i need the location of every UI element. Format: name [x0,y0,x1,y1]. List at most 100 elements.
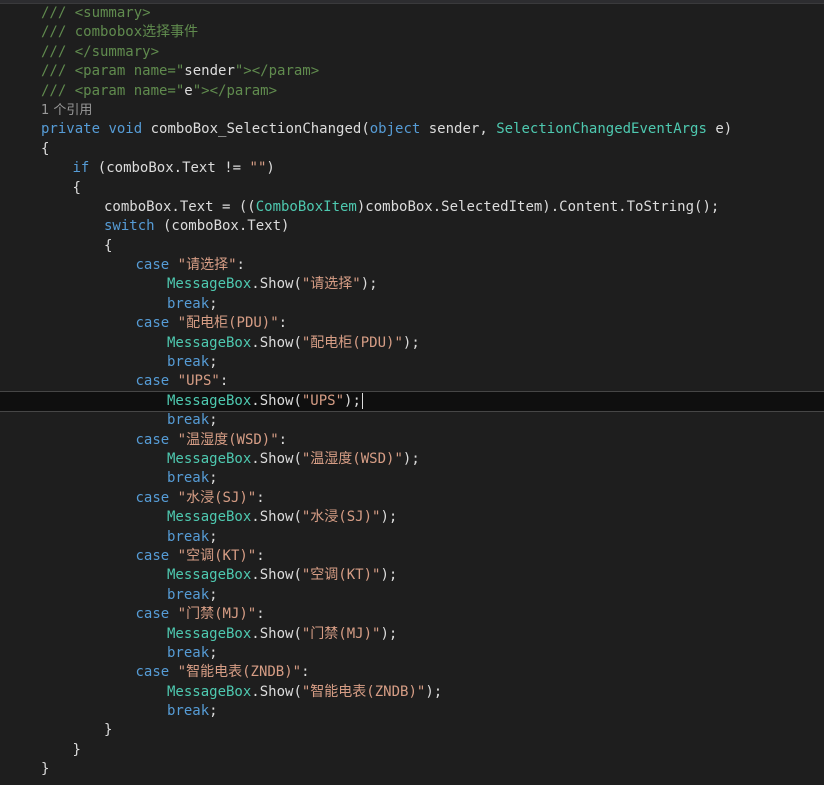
code-token: : [278,431,288,448]
code-line[interactable]: case "配电柜(PDU)": [41,314,824,333]
string-token: "请选择" [301,276,361,293]
keyword-token: void [108,121,143,138]
code-line[interactable]: break; [41,702,824,721]
code-token: : [256,547,265,564]
string-token: "水浸(SJ)" [301,509,381,526]
code-token: ); [380,625,398,642]
code-line[interactable]: { [41,140,824,159]
code-line[interactable]: /// <param name="e"></param> [41,82,824,101]
keyword-token: object [369,121,421,138]
doc-comment-token: /// </summary> [41,43,160,60]
code-token: : [278,315,288,332]
string-token: "空调(KT)" [177,547,257,564]
string-token: "智能电表(ZNDB)" [301,683,426,700]
code-token: ); [380,567,398,584]
code-token: comboBox_SelectionChanged( [142,121,370,138]
code-token: ); [402,450,420,467]
code-token: comboBox.Text = (( [104,198,256,215]
code-line[interactable]: /// </summary> [41,43,824,62]
keyword-token: case [135,489,170,506]
code-token: sender, [420,121,497,138]
code-line[interactable]: break; [41,295,824,314]
string-token: "配电柜(PDU)" [301,334,403,351]
code-editor[interactable]: /// <summary> /// combobox选择事件 /// </summa… [0,0,824,785]
string-token: "温湿度(WSD)" [177,431,279,448]
code-token: ; [209,470,218,487]
code-line[interactable]: comboBox.Text = ((ComboBoxItem)comboBox.… [41,198,824,217]
codelens-references[interactable]: 1 个引用 [41,103,92,118]
code-line[interactable]: MessageBox.Show("温湿度(WSD)"); [41,450,824,469]
code-line[interactable]: break; [41,586,824,605]
type-token: MessageBox [167,683,252,700]
code-token: e) [706,121,733,138]
code-token: ; [209,412,218,429]
code-line[interactable]: } [41,760,824,779]
code-line[interactable]: case "温湿度(WSD)": [41,431,824,450]
code-line[interactable]: private void comboBox_SelectionChanged(o… [41,120,824,139]
code-token: .Show( [251,625,302,642]
code-line[interactable]: MessageBox.Show("智能电表(ZNDB)"); [41,683,824,702]
code-line[interactable]: /// <param name="sender"></param> [41,62,824,81]
code-line[interactable]: break; [41,644,824,663]
code-token: } [104,722,113,739]
code-token: .Show( [251,450,302,467]
keyword-token: break [167,703,210,720]
keyword-token: break [167,586,210,603]
code-line[interactable]: /// <summary> [41,4,824,23]
code-line[interactable]: MessageBox.Show("水浸(SJ)"); [41,508,824,527]
doc-comment-token: "></param> [234,63,320,80]
code-line[interactable]: case "请选择": [41,256,824,275]
code-line[interactable]: if (comboBox.Text != "") [41,159,824,178]
doc-comment-token: /// combobox选择事件 [41,24,199,41]
keyword-token: break [167,412,210,429]
code-token: : [219,373,229,390]
code-token: ); [402,334,420,351]
code-line[interactable]: MessageBox.Show("请选择"); [41,275,824,294]
code-area[interactable]: /// <summary> /// combobox选择事件 /// </summa… [0,4,824,785]
keyword-token: if [72,160,90,177]
code-token: { [104,237,113,254]
code-line[interactable]: case "水浸(SJ)": [41,489,824,508]
code-line[interactable]: break; [41,411,824,430]
string-token: "门禁(MJ)" [177,606,257,623]
code-line[interactable]: break; [41,469,824,488]
type-token: MessageBox [167,567,252,584]
keyword-token: case [135,315,170,332]
code-line[interactable]: MessageBox.Show("门禁(MJ)"); [41,625,824,644]
keyword-token: switch [104,218,155,235]
code-line-current[interactable]: MessageBox.Show("UPS"); [0,390,824,413]
code-line[interactable]: case "空调(KT)": [41,547,824,566]
code-token: ); [380,509,398,526]
code-line[interactable]: } [41,721,824,740]
code-line[interactable]: switch (comboBox.Text) [41,217,824,236]
type-token: MessageBox [167,276,252,293]
code-token: .Show( [251,276,302,293]
code-token: { [41,140,50,157]
code-token: : [301,664,310,681]
string-token: "温湿度(WSD)" [301,450,403,467]
keyword-token: break [167,470,210,487]
code-line[interactable]: { [41,179,824,198]
code-line[interactable]: break; [41,528,824,547]
code-line[interactable]: 1 个引用 [41,101,824,120]
code-line[interactable]: case "UPS": [41,372,824,391]
code-line[interactable]: /// combobox选择事件 [41,23,824,42]
code-line[interactable]: { [41,237,824,256]
code-token: .Show( [251,509,302,526]
code-line[interactable]: case "智能电表(ZNDB)": [41,663,824,682]
code-line[interactable]: } [41,741,824,760]
code-token: : [256,489,265,506]
code-token: .Show( [251,334,302,351]
code-line[interactable]: break; [41,353,824,372]
code-line[interactable]: MessageBox.Show("空调(KT)"); [41,566,824,585]
code-line[interactable]: case "门禁(MJ)": [41,605,824,624]
code-line[interactable]: MessageBox.Show("配电柜(PDU)"); [41,334,824,353]
string-token: "UPS" [301,392,345,409]
type-token: MessageBox [167,450,252,467]
keyword-token: case [135,257,170,274]
